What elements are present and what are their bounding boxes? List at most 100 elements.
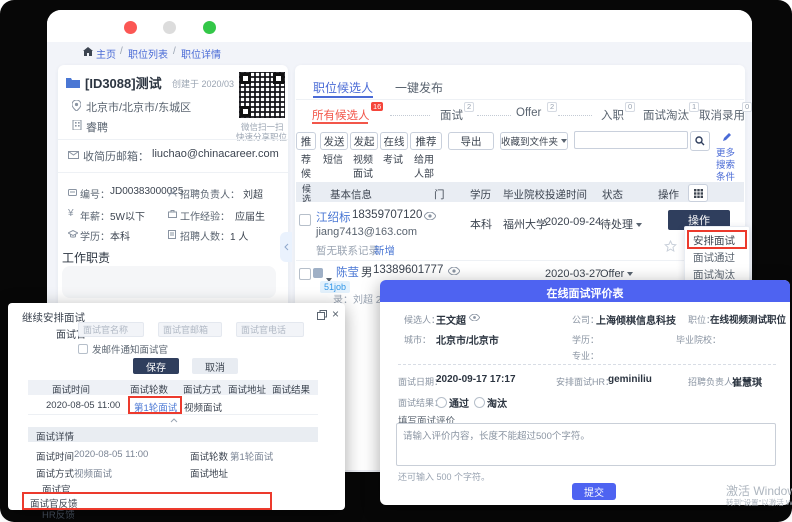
detail-value: 5W以下 — [110, 208, 145, 223]
search-icon — [695, 136, 705, 146]
save-button[interactable]: 保存 — [133, 358, 179, 374]
detail-label: 工作经验： — [180, 208, 230, 223]
interview-date-value: 2020-09-17 17:17 — [436, 374, 516, 385]
comment-textarea[interactable] — [396, 423, 776, 466]
school-label: 毕业院校： — [676, 333, 721, 346]
id-icon — [68, 188, 77, 197]
subtab-badge: 2 — [547, 102, 557, 112]
detail-time-value: 2020-08-05 11:00 — [74, 449, 148, 460]
eye-icon[interactable] — [424, 212, 436, 220]
recommend-candidate-button[interactable]: 推 — [296, 132, 316, 150]
col-interview-time: 面试时间 — [52, 382, 90, 396]
search-button[interactable] — [690, 131, 710, 151]
subtab-all-candidates[interactable]: 所有候选人 — [312, 107, 370, 123]
col-candidate: 候选人 — [300, 184, 313, 202]
subtab-badge: 1 — [689, 102, 699, 112]
row-checkbox[interactable] — [299, 268, 311, 280]
subtab-separator — [477, 115, 511, 116]
notify-interviewer-checkbox[interactable] — [78, 344, 88, 354]
job-location: 北京市/北京市/东城区 — [86, 99, 191, 115]
resume-email-value: liuchao@chinacareer.com — [152, 148, 279, 160]
online-exam-button[interactable]: 在线 — [380, 132, 408, 150]
collapse-chevron-icon[interactable] — [170, 418, 178, 423]
add-record-link[interactable]: 新增 — [374, 243, 395, 258]
person-icon — [168, 188, 177, 197]
breadcrumb-job-detail: 职位详情 — [181, 46, 221, 61]
star-icon[interactable] — [664, 240, 677, 253]
col-interview-result: 面试结果 — [272, 382, 310, 396]
subtab-interview-fail[interactable]: 面试淘汰 — [643, 107, 689, 123]
search-input[interactable] — [574, 131, 688, 149]
window-close-dot[interactable] — [124, 21, 137, 34]
col-school: 毕业院校 — [503, 187, 545, 202]
building-icon — [72, 120, 82, 130]
doc-icon — [168, 230, 176, 239]
cell-apply-date: 2020-03-27 — [545, 268, 601, 280]
eye-icon[interactable] — [448, 267, 460, 275]
toolbar-wrap-text: 候 — [301, 165, 311, 180]
window-minimize-dot[interactable] — [163, 21, 176, 34]
notify-interviewer-label: 发邮件通知面试官 — [92, 342, 168, 356]
breadcrumb-home[interactable]: 主页 — [96, 46, 116, 61]
recommend-to-dept-button[interactable]: 推荐 — [410, 132, 442, 150]
briefcase-icon — [168, 210, 177, 218]
result-pass-label[interactable]: 通过 — [449, 395, 469, 410]
cell-school: 福州大学 — [503, 216, 547, 232]
result-pass-radio[interactable] — [436, 397, 447, 408]
save-to-folder-dropdown[interactable]: 收藏到文件夹 — [500, 132, 568, 150]
graduation-icon — [68, 230, 78, 238]
job-created: 创建于 2020/03 — [172, 77, 234, 90]
subtab-active-underline — [312, 122, 368, 124]
char-counter: 还可输入 500 个字符。 — [398, 470, 490, 483]
send-sms-button[interactable]: 发送 — [320, 132, 348, 150]
tab-one-click-publish[interactable]: 一键发布 — [395, 79, 443, 96]
dashed-divider — [398, 364, 776, 365]
evaluation-modal-title: 在线面试评价表 — [380, 285, 790, 301]
highlight-box-schedule-interview — [687, 230, 747, 249]
export-button[interactable]: 导出 — [448, 132, 494, 150]
interviewer-name-input[interactable] — [78, 322, 144, 337]
detail-value: 刘超 — [243, 186, 263, 201]
subtab-onboard[interactable]: 入职 — [601, 107, 624, 123]
menu-item-interview-pass[interactable]: 面试通过 — [693, 250, 735, 265]
col-dept: 门 — [434, 187, 445, 202]
status-dropdown[interactable]: 待处理 — [600, 216, 642, 232]
tab-position-candidates[interactable]: 职位候选人 — [313, 79, 373, 96]
candidate-name-link[interactable]: 陈莹 — [336, 264, 359, 280]
toolbar-wrap-text: 给用 — [414, 151, 434, 166]
subtab-badge: 0 — [742, 102, 752, 112]
result-fail-radio[interactable] — [474, 397, 485, 408]
subtab-offer[interactable]: Offer — [516, 107, 541, 119]
education-label: 学历： — [572, 333, 599, 346]
detail-value: 1 人 — [230, 228, 248, 243]
subtab-interview[interactable]: 面试 — [440, 107, 463, 123]
detail-round-value: 第1轮面试 — [230, 449, 273, 463]
column-settings-button[interactable] — [688, 184, 708, 202]
subtab-cancel-offer[interactable]: 取消录用 — [699, 107, 745, 123]
company-label: 公司： — [572, 313, 599, 326]
status-dropdown[interactable]: Offer — [600, 268, 633, 280]
detail-label: 学历： — [80, 228, 110, 243]
restore-window-icon[interactable] — [317, 310, 327, 320]
interviewer-email-input[interactable] — [158, 322, 222, 337]
submit-button[interactable]: 提交 — [572, 483, 616, 500]
schedule-hr-label: 安排面试HR： — [556, 375, 614, 388]
owner-value: 崔慧琪 — [732, 374, 762, 389]
col-interview-method: 面试方式 — [183, 382, 221, 396]
window-zoom-dot[interactable] — [203, 21, 216, 34]
windows-activation-watermark-line2: 转到"设置"以激活 Windows。 — [726, 497, 792, 508]
row-checkbox[interactable] — [299, 214, 311, 226]
candidate-name-link[interactable]: 江绍标 — [316, 209, 351, 225]
mail-icon — [68, 151, 79, 159]
close-icon[interactable]: × — [332, 307, 339, 321]
schedule-interview-modal: 继续安排面试 × 面试官 发邮件通知面试官 保存 取消 面试时间 面试轮数 面试… — [8, 303, 345, 510]
start-video-interview-button[interactable]: 发起 — [350, 132, 378, 150]
detail-method-label: 面试方式 — [36, 466, 74, 480]
eye-icon[interactable] — [469, 314, 480, 321]
divider — [58, 172, 288, 173]
result-fail-label[interactable]: 淘汰 — [487, 395, 507, 410]
breadcrumb-job-list[interactable]: 职位列表 — [128, 46, 168, 61]
cancel-button[interactable]: 取消 — [192, 358, 238, 374]
interviewer-phone-input[interactable] — [236, 322, 304, 337]
panel-collapse-handle[interactable] — [280, 232, 292, 262]
